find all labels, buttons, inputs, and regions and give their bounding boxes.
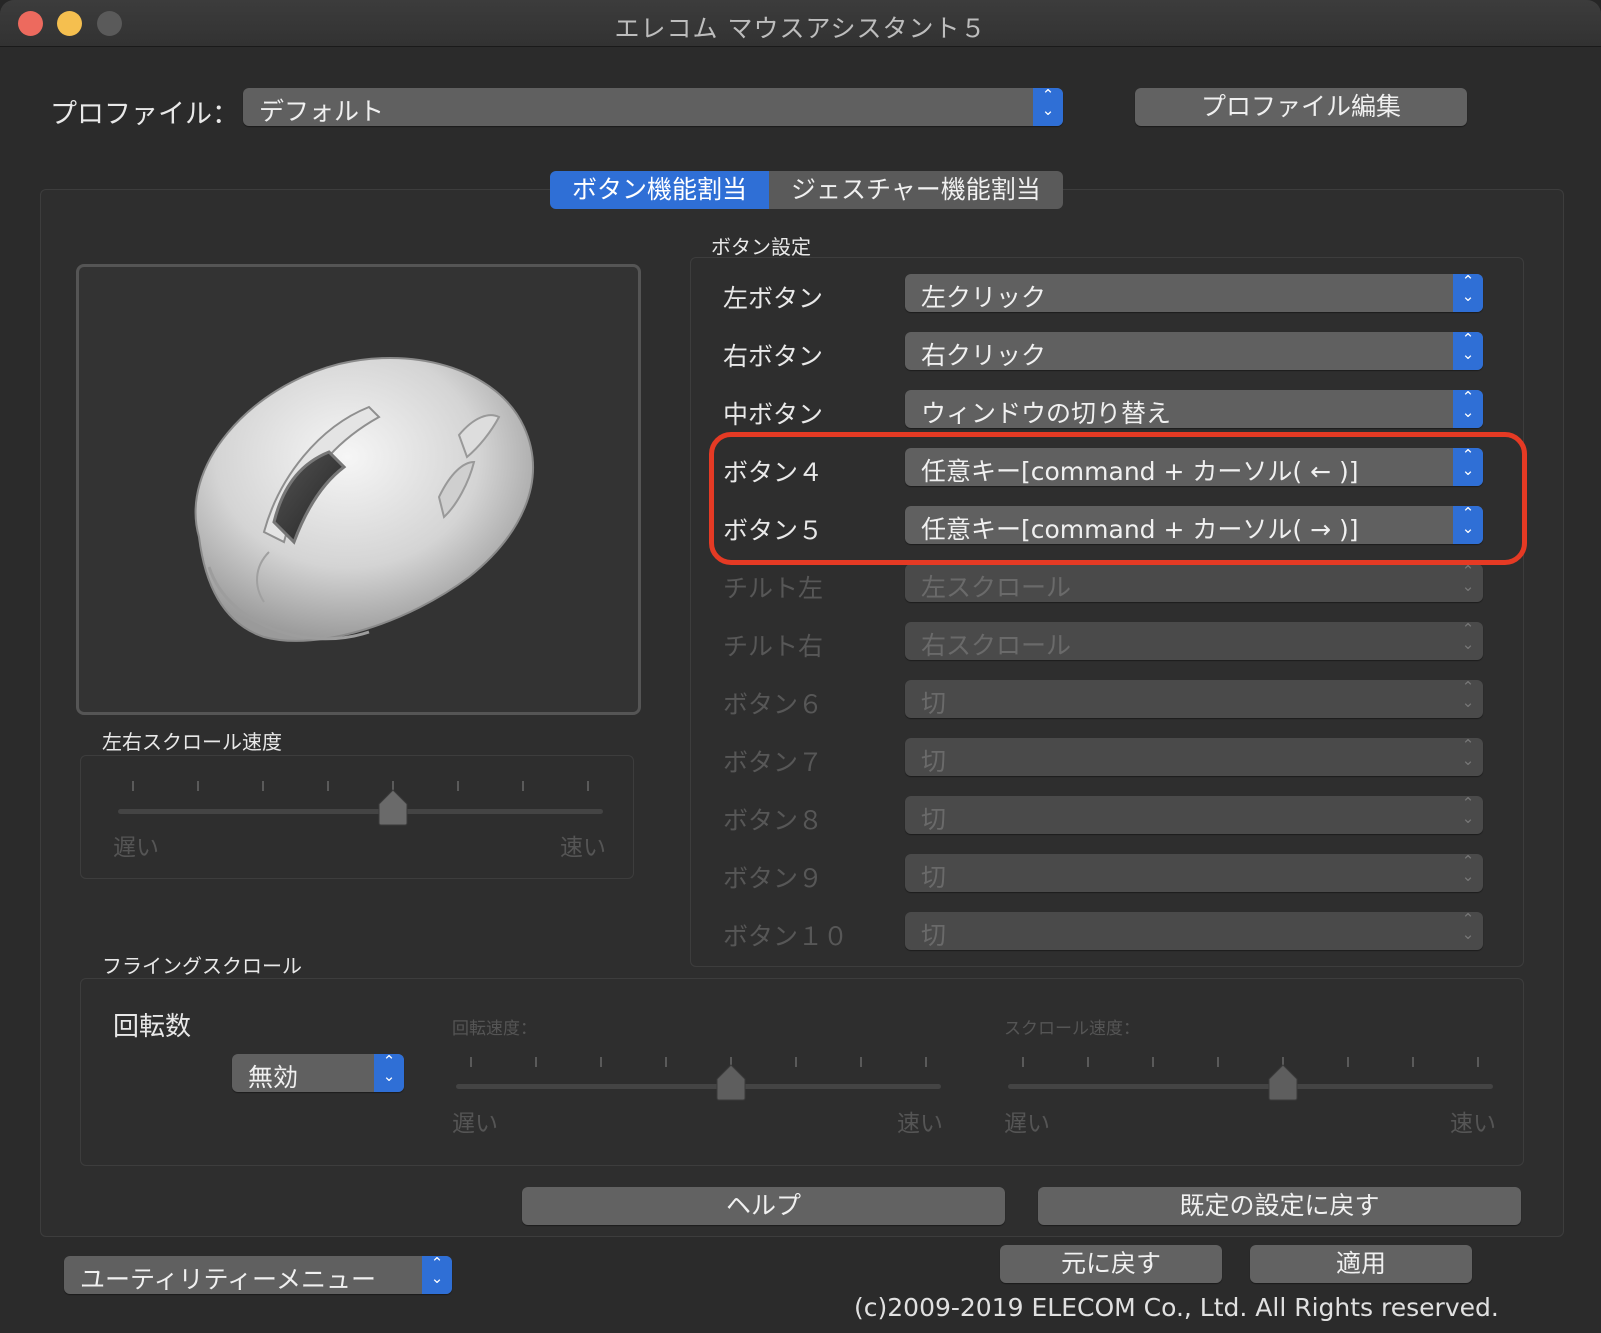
rotations-select[interactable]: 無効 ⌃ ⌄ [232,1054,404,1092]
chevron-updown-icon: ⌃ ⌄ [1461,562,1475,595]
button-row-select[interactable]: 右クリック ⌃ ⌄ [905,332,1483,370]
reset-default-button[interactable]: 既定の設定に戻す [1038,1187,1521,1225]
chevron-updown-icon: ⌃ ⌄ [1461,852,1475,885]
button-row-select: 切 ⌃ ⌄ [905,680,1483,718]
button-row-select: 切 ⌃ ⌄ [905,796,1483,834]
app-window: エレコム マウスアシスタント５ プロファイル： デフォルト ⌃ ⌄ プロファイル編… [0,0,1601,1333]
chevron-updown-icon: ⌃ ⌄ [1461,736,1475,769]
utility-menu-value: ユーティリティーメニュー [80,1265,377,1294]
title-bar: エレコム マウスアシスタント５ [0,0,1601,47]
rotation-speed-knob[interactable] [716,1063,746,1101]
button-row-label: チルト左 [723,574,824,603]
hscroll-title: 左右スクロール速度 [102,730,282,754]
button-row-select-value: 切 [921,863,947,892]
button-row-select: 切 ⌃ ⌄ [905,854,1483,892]
copyright-text: (c)2009-2019 ELECOM Co., Ltd. All Rights… [854,1293,1499,1322]
button-row-select-value: 左クリック [921,283,1047,312]
revert-button[interactable]: 元に戻す [1000,1245,1222,1283]
hscroll-slider-knob[interactable] [378,788,408,826]
scroll-speed-slow-label: 遅い [1004,1111,1050,1137]
chevron-updown-icon: ⌃ ⌄ [374,1054,404,1092]
chevron-updown-icon: ⌃ ⌄ [1461,620,1475,653]
chevron-updown-icon: ⌃ ⌄ [1461,678,1475,711]
rotation-speed-fast-label: 速い [897,1111,943,1137]
mouse-preview [76,264,641,715]
flying-scroll-title: フライングスクロール [102,954,302,978]
button-row-label: 中ボタン [723,400,824,429]
button-row-select-value: ウィンドウの切り替え [921,399,1172,428]
button-row-label: ボタン８ [723,806,824,835]
help-button[interactable]: ヘルプ [522,1187,1005,1225]
rotations-select-value: 無効 [248,1063,299,1092]
chevron-updown-icon: ⌃ ⌄ [1453,390,1483,428]
button-settings-title: ボタン設定 [711,235,811,259]
chevron-updown-icon: ⌃ ⌄ [1461,794,1475,827]
hscroll-group [80,755,634,879]
rotations-label: 回転数 [113,1012,192,1042]
button-row-select-value: 切 [921,805,947,834]
chevron-updown-icon: ⌃ ⌄ [1033,88,1063,126]
button-row-select-value: 右クリック [921,341,1047,370]
button-row-label: ボタン６ [723,690,824,719]
button-row-select[interactable]: ウィンドウの切り替え ⌃ ⌄ [905,390,1483,428]
button-row-select-value: 切 [921,747,947,776]
button-row-label: 左ボタン [723,284,824,313]
button-row-label: ボタン７ [723,748,824,777]
button-row-select-value: 切 [921,689,947,718]
button-row-label: ボタン９ [723,864,824,893]
mouse-illustration [194,357,534,642]
button-row-select-value: 切 [921,921,947,950]
button-row-label: ボタン１０ [723,922,849,951]
scroll-speed-fast-label: 速い [1450,1111,1496,1137]
chevron-updown-icon: ⌃ ⌄ [422,1256,452,1294]
scroll-speed-knob[interactable] [1268,1063,1298,1101]
button-row-select[interactable]: 左クリック ⌃ ⌄ [905,274,1483,312]
highlight-annotation [709,432,1527,565]
button-row-select: 切 ⌃ ⌄ [905,738,1483,776]
button-row-label: チルト右 [723,632,824,661]
button-row-select: 切 ⌃ ⌄ [905,912,1483,950]
utility-menu-select[interactable]: ユーティリティーメニュー ⌃ ⌄ [64,1256,452,1294]
button-row-select: 右スクロール ⌃ ⌄ [905,622,1483,660]
scroll-speed-label: スクロール速度： [1004,1019,1140,1039]
profile-label: プロファイル： [50,99,239,130]
hscroll-fast-label: 速い [560,835,606,861]
apply-button[interactable]: 適用 [1250,1245,1472,1283]
profile-edit-button[interactable]: プロファイル編集 [1135,88,1467,126]
hscroll-slow-label: 遅い [113,835,159,861]
button-row-select: 左スクロール ⌃ ⌄ [905,564,1483,602]
chevron-updown-icon: ⌃ ⌄ [1453,274,1483,312]
chevron-updown-icon: ⌃ ⌄ [1461,910,1475,943]
button-row-select-value: 右スクロール [921,631,1072,660]
button-row-select-value: 左スクロール [921,573,1072,602]
rotation-speed-slow-label: 遅い [452,1111,498,1137]
chevron-updown-icon: ⌃ ⌄ [1453,332,1483,370]
window-title: エレコム マウスアシスタント５ [614,14,987,43]
rotation-speed-label: 回転速度： [452,1019,537,1039]
tab-button-assign[interactable]: ボタン機能割当 [550,171,770,209]
button-row-label: 右ボタン [723,342,824,371]
tab-bar: ボタン機能割当 ジェスチャー機能割当 [550,171,1063,209]
profile-select[interactable]: デフォルト ⌃ ⌄ [243,88,1063,126]
profile-select-value: デフォルト [259,97,385,126]
tab-gesture-assign[interactable]: ジェスチャー機能割当 [769,171,1063,209]
